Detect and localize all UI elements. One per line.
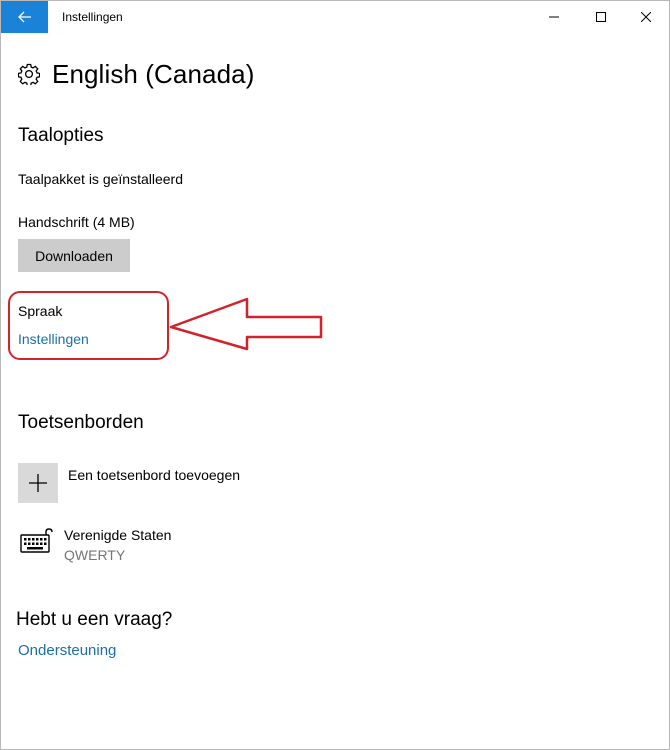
- title-bar: Instellingen: [1, 1, 669, 33]
- keyboards-heading: Toetsenborden: [18, 412, 144, 433]
- arrow-left-icon: [17, 11, 31, 23]
- language-options-heading: Taalopties: [18, 125, 104, 146]
- keyboard-item-layout: QWERTY: [64, 547, 126, 563]
- language-pack-status: Taalpakket is geïnstalleerd: [18, 171, 183, 187]
- annotation-arrow-icon: [169, 297, 323, 351]
- add-keyboard-button[interactable]: [18, 463, 58, 503]
- settings-window: Instellingen English (Canada) Taalopties…: [0, 0, 670, 750]
- keyboard-item-name[interactable]: Verenigde Staten: [64, 527, 171, 543]
- page-title: English (Canada): [52, 58, 255, 89]
- handwriting-label: Handschrift (4 MB): [18, 214, 135, 230]
- close-button[interactable]: [623, 1, 669, 33]
- maximize-button[interactable]: [578, 1, 624, 33]
- window-title: Instellingen: [62, 10, 123, 24]
- help-heading: Hebt u een vraag?: [16, 609, 173, 630]
- keyboard-icon: [20, 528, 53, 553]
- close-icon: [641, 12, 651, 22]
- maximize-icon: [596, 12, 606, 22]
- gear-icon: [18, 63, 40, 85]
- back-button[interactable]: [1, 1, 48, 33]
- support-link[interactable]: Ondersteuning: [18, 642, 116, 659]
- highlight-box: [8, 291, 169, 360]
- minimize-button[interactable]: [531, 1, 577, 33]
- add-keyboard-label[interactable]: Een toetsenbord toevoegen: [68, 467, 240, 483]
- plus-icon: [29, 474, 47, 492]
- minimize-icon: [549, 16, 559, 18]
- page-header: English (Canada): [18, 57, 255, 91]
- download-button[interactable]: Downloaden: [18, 239, 130, 272]
